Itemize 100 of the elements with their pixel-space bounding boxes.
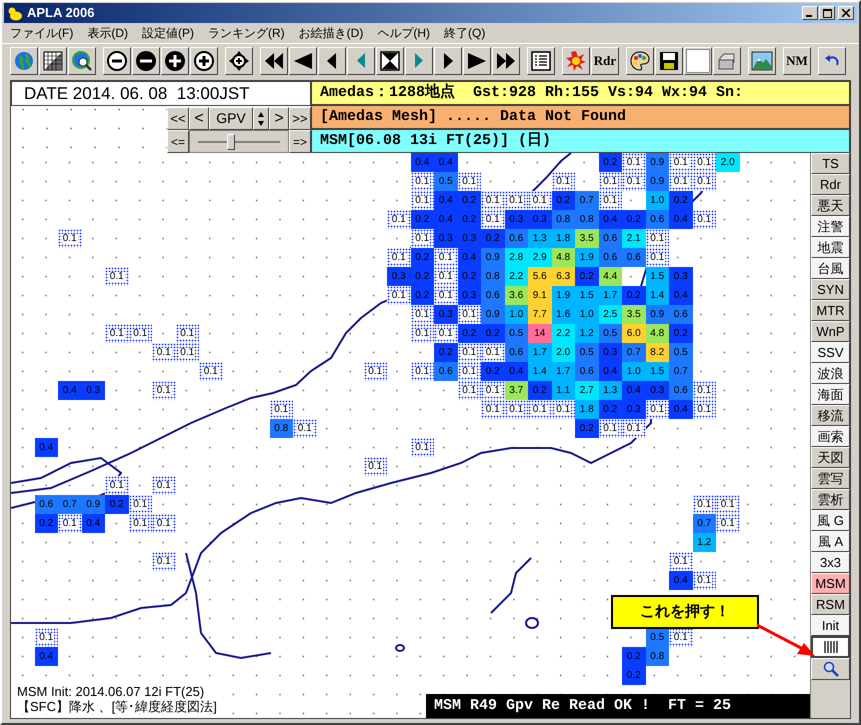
side-button[interactable]: 台風 [811, 258, 850, 279]
precipitation-cell: 0.2 [622, 286, 646, 305]
toolbar-button[interactable] [347, 46, 375, 74]
precipitation-cell: 1.7 [528, 343, 552, 362]
toolbar-button[interactable] [562, 46, 590, 74]
model-button[interactable]: GPV [209, 107, 253, 130]
precipitation-cell: 0.1 [387, 286, 410, 305]
step-forward-button[interactable]: => [289, 130, 311, 153]
toolbar-button[interactable] [318, 46, 346, 74]
menu-item[interactable]: 表示(D) [87, 24, 128, 42]
slider-thumb[interactable] [227, 134, 236, 150]
menu-item[interactable]: ランキング(R) [208, 24, 285, 42]
precipitation-cell: 0.3 [528, 210, 552, 229]
toolbar-button[interactable] [818, 46, 846, 74]
toolbar-button[interactable] [376, 46, 404, 74]
toolbar-button[interactable] [68, 46, 96, 74]
toolbar-button[interactable] [289, 46, 317, 74]
side-button[interactable]: 3x3 [811, 552, 850, 573]
vertical-bars-icon [824, 641, 838, 653]
precipitation-cell: 0.9 [481, 248, 504, 267]
precipitation-cell: 1.5 [646, 267, 669, 286]
side-button[interactable]: SYN [811, 279, 850, 300]
toolbar-button[interactable] [10, 46, 38, 74]
barcode-button[interactable] [811, 636, 850, 658]
precipitation-cell: 0.1 [176, 343, 199, 362]
spinner-button[interactable] [253, 107, 269, 130]
side-button[interactable]: 悪天 [811, 195, 850, 216]
time-slider[interactable] [189, 130, 289, 153]
precipitation-cell: 0.4 [82, 514, 105, 533]
maximize-button[interactable] [819, 6, 835, 20]
menu-item[interactable]: ファイル(F) [10, 24, 74, 42]
side-button[interactable]: 地震 [811, 237, 850, 258]
toolbar-button[interactable] [39, 46, 67, 74]
search-button[interactable] [811, 658, 850, 680]
precipitation-cell: 0.1 [434, 324, 458, 343]
side-button[interactable]: 天図 [811, 447, 850, 468]
side-button[interactable]: 雲析 [811, 489, 850, 510]
precipitation-cell: 0.1 [598, 419, 622, 438]
precipitation-cell: 0.2 [669, 324, 692, 343]
close-button[interactable] [838, 6, 854, 20]
precipitation-cell: 6.0 [622, 324, 646, 343]
toolbar-button[interactable] [463, 46, 491, 74]
next-button[interactable]: > [269, 107, 289, 130]
side-button[interactable]: 風 G [811, 510, 850, 531]
side-button[interactable]: WnP [811, 321, 850, 342]
side-button[interactable]: MSM [811, 573, 850, 594]
toolbar-button[interactable] [626, 46, 654, 74]
menu-item[interactable]: 設定値(P) [142, 24, 194, 42]
toolbar-button[interactable] [260, 46, 288, 74]
side-button[interactable]: 風 A [811, 531, 850, 552]
toolbar-button[interactable] [190, 46, 218, 74]
toolbar-button[interactable] [713, 46, 741, 74]
precipitation-cell: 0.6 [669, 381, 692, 400]
minus-icon [135, 50, 157, 72]
precipitation-cell: 0.8 [646, 647, 669, 666]
step-back-button[interactable]: <= [167, 130, 189, 153]
precipitation-cell: 0.6 [575, 362, 598, 381]
precipitation-cell: 0.1 [387, 248, 410, 267]
side-button[interactable]: 波浪 [811, 363, 850, 384]
side-button[interactable]: Rdr [811, 174, 850, 195]
toolbar-button[interactable] [405, 46, 433, 74]
toolbar-button[interactable] [132, 46, 160, 74]
toolbar-button[interactable] [527, 46, 555, 74]
precipitation-cell: 0.1 [552, 400, 575, 419]
first-button[interactable]: << [167, 107, 189, 130]
toolbar-button[interactable] [748, 46, 776, 74]
side-button[interactable]: SSV [811, 342, 850, 363]
side-button[interactable]: 移流 [811, 405, 850, 426]
toolbar-button[interactable] [655, 46, 683, 74]
menu-item[interactable]: 終了(Q) [444, 24, 486, 42]
minimize-button[interactable] [802, 6, 818, 20]
toolbar-button[interactable] [434, 46, 462, 74]
precipitation-cell: 0.2 [410, 248, 434, 267]
precipitation-cell: 0.1 [270, 400, 293, 419]
precipitation-cell: 0.1 [410, 191, 434, 210]
toolbar-button[interactable]: Rdr [591, 46, 619, 74]
precipitation-cell: 0.7 [575, 191, 598, 210]
side-button[interactable]: 注警 [811, 216, 850, 237]
precipitation-cell: 0.6 [598, 248, 622, 267]
precipitation-cell: 0.4 [669, 400, 692, 419]
side-button[interactable]: 画索 [811, 426, 850, 447]
side-button[interactable]: RSM [811, 594, 850, 615]
toolbar-button[interactable] [492, 46, 520, 74]
toolbar-button[interactable] [225, 46, 253, 74]
last-button[interactable]: >> [289, 107, 311, 130]
menu-item[interactable]: お絵描き(D) [298, 24, 364, 42]
previous-button[interactable]: < [189, 107, 209, 130]
mountain-picture-icon [751, 50, 773, 72]
side-button[interactable]: Init [811, 615, 850, 636]
side-button[interactable]: 雲写 [811, 468, 850, 489]
toolbar-button[interactable] [161, 46, 189, 74]
precipitation-cell: 1.5 [646, 362, 669, 381]
side-button[interactable]: TS [811, 153, 850, 174]
toolbar-button[interactable]: NM [783, 46, 811, 74]
toolbar-button[interactable] [684, 46, 712, 74]
side-button[interactable]: 海面 [811, 384, 850, 405]
toolbar-button[interactable] [103, 46, 131, 74]
side-button[interactable]: MTR [811, 300, 850, 321]
menu-item[interactable]: ヘルプ(H) [377, 24, 430, 42]
precipitation-cell: 5.6 [528, 267, 552, 286]
